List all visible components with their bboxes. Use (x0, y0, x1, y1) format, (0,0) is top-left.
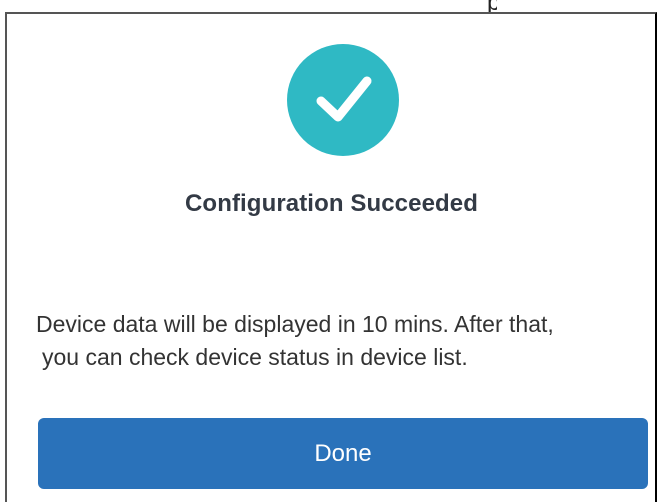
dialog-message: Device data will be displayed in 10 mins… (36, 308, 656, 374)
dialog-title: Configuration Succeeded (185, 190, 478, 217)
message-line-2: you can check device status in device li… (42, 344, 468, 370)
message-line-1: Device data will be displayed in 10 mins… (36, 311, 554, 337)
checkmark-icon (316, 76, 372, 122)
check-circle-icon (287, 44, 399, 156)
top-edge-glyph: p (487, 0, 497, 12)
done-button[interactable]: Done (38, 418, 648, 489)
top-edge-glyph-text: p (487, 0, 497, 12)
